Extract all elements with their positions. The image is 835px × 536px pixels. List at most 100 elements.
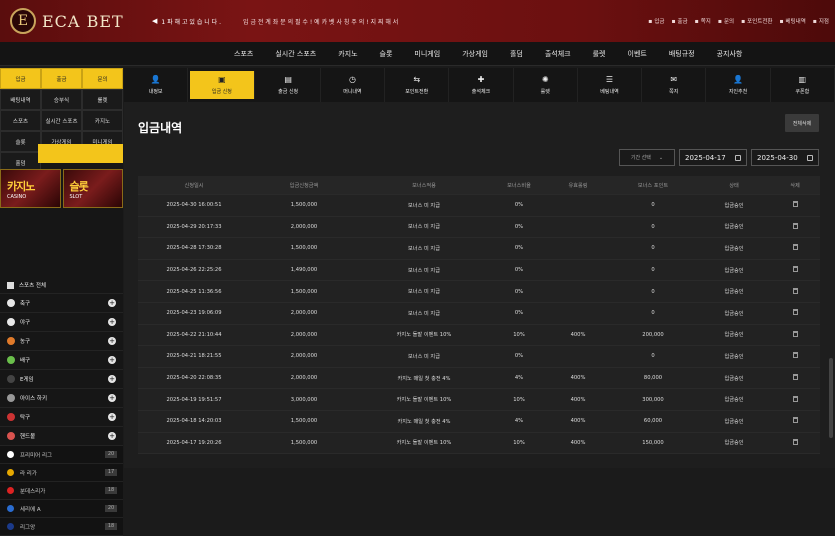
nav-item-3[interactable]: 슬롯 [380,49,393,59]
trash-icon[interactable] [792,201,798,208]
top-link-5[interactable]: ▪ 베팅내역 [779,17,805,26]
nav-item-9[interactable]: 이벤트 [628,49,647,59]
sidebar-grid-item-1[interactable]: 출금 [41,68,82,89]
trash-icon[interactable] [792,395,798,402]
trash-icon[interactable] [792,309,798,316]
nav-item-4[interactable]: 미니게임 [414,49,440,59]
nav-item-10[interactable]: 배팅규정 [669,49,695,59]
tab-label: 베팅내역 [600,89,619,95]
trash-icon[interactable] [792,266,798,273]
tab-5[interactable]: ✚ 출석체크 [449,68,514,102]
tab-3[interactable]: ◷ 머니내역 [321,68,386,102]
tab-7[interactable]: ☰ 베팅내역 [578,68,643,102]
plus-icon[interactable]: + [108,432,116,440]
tab-icon: 👤 [733,75,743,84]
link-icon: ▪ [812,17,817,25]
league-item-3[interactable]: 세리에 A 20 [0,500,123,518]
table-cell: 입금승인 [724,267,744,274]
nav-item-2[interactable]: 카지노 [338,49,357,59]
sport-item-3[interactable]: 배구 + [0,351,123,370]
plus-icon[interactable]: + [108,318,116,326]
table-cell: 2025-04-22 21:10:44 [166,331,222,338]
trash-icon[interactable] [792,374,798,381]
sport-item-4[interactable]: E게임 + [0,370,123,389]
trash-icon[interactable] [792,244,798,251]
tab-1[interactable]: ▣ 입금 신청 [190,71,255,99]
sidebar-grid-item-0[interactable]: 입금 [0,68,41,89]
trash-icon[interactable] [792,330,798,337]
table-cell: 0% [514,353,524,360]
table-row: 2025-04-25 11:36:56 1,500,000 보너스 미 지급 0% 0 입… [138,281,820,303]
trash-icon[interactable] [792,352,798,359]
nav-item-7[interactable]: 출석체크 [545,49,571,59]
period-select[interactable]: 기간 선택 ⌄ [619,149,675,166]
league-item-0[interactable]: 프리미어 리그 20 [0,446,123,464]
sport-label: 아이스 하키 [20,396,48,402]
top-link-0[interactable]: ▪ 입금 [648,17,665,26]
league-item-4[interactable]: 리그앙 18 [0,518,123,536]
delete-all-button[interactable]: 전체삭제 [785,114,819,132]
banner-1[interactable]: 슬롯 SLOT [62,169,123,208]
delete-cell [770,395,820,404]
date-to-input[interactable]: 2025-04-30 [751,149,819,166]
table-cell: 0 [651,267,655,274]
tab-8[interactable]: ✉ 쪽지 [642,68,707,102]
table-cell: 0% [514,223,524,230]
sport-item-5[interactable]: 아이스 하키 + [0,389,123,408]
game-banners: 카지노 CASINO 슬롯 SLOT [0,169,123,208]
nav-item-11[interactable]: 공지사항 [717,49,743,59]
plus-icon[interactable]: + [108,375,116,383]
top-link-1[interactable]: ▪ 출금 [671,17,687,26]
sidebar-grid-item-3[interactable]: 배팅내역 [0,89,41,110]
sport-item-6[interactable]: 탁구 + [0,408,123,427]
top-link-3[interactable]: ▪ 문의 [718,17,734,26]
nav-item-5[interactable]: 가상게임 [462,49,488,59]
trash-icon[interactable] [792,222,798,229]
table-cell: 입금승인 [724,375,744,382]
top-link-2[interactable]: ▪ 쪽지 [695,17,711,26]
trash-icon[interactable] [792,438,798,445]
nav-item-1[interactable]: 실시간 스포츠 [275,49,316,59]
nav-item-6[interactable]: 홀덤 [510,49,523,59]
tab-9[interactable]: 👤 지인추천 [706,68,771,102]
logo[interactable]: E ECA BET [10,8,140,34]
banner-0[interactable]: 카지노 CASINO [0,169,61,208]
date-filters: 기간 선택 ⌄ 2025-04-17 2025-04-30 [619,149,819,166]
sport-item-7[interactable]: 핸드볼 + [0,427,123,446]
plus-icon[interactable]: + [108,337,116,345]
sport-item-1[interactable]: 야구 + [0,313,123,332]
top-link-4[interactable]: ▪ 포인트전환 [741,17,772,26]
sidebar-grid-item-4[interactable]: 승부식 [41,89,82,110]
top-link-6[interactable]: ▪ 지점 [812,17,829,26]
date-from-input[interactable]: 2025-04-17 [679,149,747,166]
sidebar-grid-item-7[interactable]: 실시간 스포츠 [41,110,82,131]
tab-6[interactable]: ✺ 룰렛 [514,68,578,102]
nav-item-0[interactable]: 스포츠 [234,49,253,59]
sport-item-2[interactable]: 농구 + [0,332,123,351]
top-link-label: 입금 [654,19,665,25]
trash-icon[interactable] [792,287,798,294]
scrollbar[interactable] [829,358,833,438]
table-cell: 400% [570,418,586,425]
sidebar-grid-item-6[interactable]: 스포츠 [0,110,41,131]
trash-icon[interactable] [792,417,798,424]
plus-icon[interactable]: + [108,356,116,364]
sidebar-grid-item-9[interactable]: 슬롯 [0,131,41,152]
plus-icon[interactable]: + [108,299,116,307]
league-icon [7,523,14,530]
tab-10[interactable]: ▥ 쿠폰함 [771,68,835,102]
sports-all-item[interactable]: 스포츠 전체 [0,277,123,294]
plus-icon[interactable]: + [108,413,116,421]
plus-icon[interactable]: + [108,394,116,402]
tab-0[interactable]: 👤 내정보 [124,68,189,102]
sport-item-0[interactable]: 축구 + [0,294,123,313]
tab-2[interactable]: ▤ 출금 신청 [257,68,321,102]
sidebar-grid-item-2[interactable]: 문의 [82,68,123,89]
sidebar-grid-item-8[interactable]: 카지노 [82,110,123,131]
grid-icon [7,281,14,289]
sidebar-grid-item-5[interactable]: 룰렛 [82,89,123,110]
tab-4[interactable]: ⇆ 포인트전환 [385,68,450,102]
nav-item-8[interactable]: 룰렛 [593,49,606,59]
league-item-2[interactable]: 분데스리가 18 [0,482,123,500]
league-item-1[interactable]: 라 리가 17 [0,464,123,482]
